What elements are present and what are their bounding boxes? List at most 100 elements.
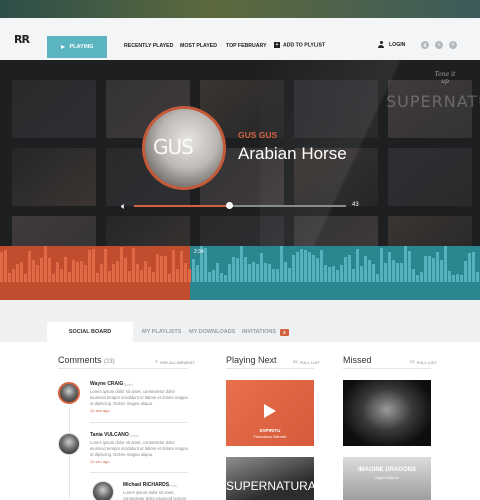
waveform-bar bbox=[132, 248, 135, 282]
login-button[interactable]: LOGIN bbox=[378, 41, 405, 48]
volume-icon[interactable]: 🔈︎ bbox=[121, 201, 131, 211]
play-icon bbox=[60, 45, 65, 49]
waveform-bar bbox=[140, 269, 143, 282]
waveform-bar bbox=[408, 250, 411, 282]
waveform-bar bbox=[400, 262, 403, 282]
waveform-bar bbox=[120, 247, 123, 282]
waveform-bar bbox=[168, 273, 171, 282]
waveform-bar bbox=[404, 246, 407, 282]
waveform-bar bbox=[252, 262, 255, 282]
playing-next-title: Playing Next bbox=[226, 355, 277, 365]
nav-item-most-played[interactable]: MOST PLAYED bbox=[180, 43, 217, 49]
tab-my-downloads[interactable]: MY DOWNLOADS bbox=[189, 322, 235, 342]
waveform-bar bbox=[8, 272, 11, 282]
playback-time: 2:34 bbox=[194, 249, 204, 255]
volume-slider[interactable] bbox=[134, 202, 346, 209]
tab-my-playlists[interactable]: MY PLAYLISTS bbox=[142, 322, 181, 342]
avatar[interactable] bbox=[92, 481, 114, 500]
missed-card[interactable]: IMAGINE DRAGONS Night Visions bbox=[343, 457, 431, 500]
tab-social-board[interactable]: SOCIAL BOARD bbox=[47, 322, 133, 342]
waveform-bar bbox=[316, 258, 319, 282]
comment-age: 12min bbox=[128, 433, 139, 438]
plus-icon: + bbox=[274, 42, 280, 48]
comments-see-all[interactable]: ≡ SEE ALL/NEWEST bbox=[155, 359, 195, 365]
nav-item-add-to-playlist[interactable]: + ADD TO PLYLIST bbox=[274, 42, 325, 48]
tab-invitations-label: INVITATIONS bbox=[242, 329, 277, 335]
waveform-bar bbox=[156, 254, 159, 282]
nav-item-top-february[interactable]: TOP FEBRUARY bbox=[226, 43, 267, 49]
waveform-bar bbox=[240, 246, 243, 282]
top-gradient-strip bbox=[0, 0, 480, 18]
waveform-bar bbox=[344, 256, 347, 282]
waveform-bar bbox=[372, 263, 375, 282]
comments-title-label: Comments bbox=[58, 355, 102, 365]
user-icon bbox=[378, 41, 384, 48]
album-logo: GUS bbox=[153, 135, 194, 159]
nav-tab-playing-label: PLAYING bbox=[69, 44, 94, 50]
waveform-bar bbox=[104, 249, 107, 282]
waveform-bar bbox=[80, 261, 83, 282]
login-label: LOGIN bbox=[389, 41, 406, 48]
waveform-bar bbox=[476, 271, 479, 282]
invitations-badge: 3 bbox=[280, 328, 289, 336]
comment-author[interactable]: Michael RICHARDS bbox=[123, 482, 169, 488]
social-board-content: Comments (23) ≡ SEE ALL/NEWEST Wayne CRA… bbox=[0, 342, 480, 500]
missed-full-list[interactable]: ▭ FULL LIST bbox=[410, 359, 437, 365]
missed-card[interactable] bbox=[343, 380, 431, 446]
waveform-bar bbox=[228, 264, 231, 282]
avatar[interactable] bbox=[58, 382, 80, 404]
waveform-bar bbox=[256, 263, 259, 282]
nav-tab-playing[interactable]: PLAYING bbox=[47, 36, 107, 58]
waveform-bar bbox=[468, 252, 471, 282]
waveform-bar bbox=[368, 259, 371, 282]
album-art: GUS bbox=[142, 106, 226, 190]
playing-next-card[interactable]: SUPERNATURAL bbox=[226, 457, 323, 500]
waveform-bar bbox=[16, 263, 19, 282]
volume-slider-handle[interactable] bbox=[225, 202, 233, 209]
waveform-bar bbox=[312, 255, 315, 282]
waveform-bar bbox=[308, 251, 311, 282]
waveform-bar bbox=[448, 271, 451, 282]
waveform-bar bbox=[216, 263, 219, 282]
comment-author[interactable]: Tania VULCANO bbox=[90, 432, 129, 438]
app-logo[interactable]: RR bbox=[14, 33, 30, 46]
background-album-tile bbox=[106, 216, 190, 246]
google-plus-icon[interactable]: g bbox=[421, 41, 429, 49]
waveform-bar bbox=[244, 256, 247, 282]
waveform-bar bbox=[116, 260, 119, 282]
waveform-bar bbox=[456, 273, 459, 282]
waveform-bar bbox=[352, 268, 355, 282]
waveform-bar bbox=[108, 270, 111, 282]
nav-item-recently-played[interactable]: RECENTLY PLAYED bbox=[124, 43, 173, 49]
waveform-seekbar[interactable] bbox=[0, 246, 480, 300]
waveform-bar bbox=[44, 246, 47, 282]
comment-divider bbox=[90, 422, 188, 423]
comment-divider bbox=[90, 472, 188, 473]
waveform-bar bbox=[268, 263, 271, 282]
waveform-bar bbox=[380, 248, 383, 282]
playing-next-full-list[interactable]: ▭ FULL LIST bbox=[293, 359, 320, 365]
waveform-bar bbox=[348, 255, 351, 282]
waveform-bar bbox=[88, 249, 91, 282]
twitter-icon[interactable]: t bbox=[435, 41, 443, 49]
now-playing-hero: SUPERNATURAL Tone it up GUS GUS GUS Arab… bbox=[0, 60, 480, 246]
facebook-icon[interactable]: f bbox=[449, 41, 457, 49]
waveform-bar bbox=[152, 271, 155, 282]
waveform-bar bbox=[212, 269, 215, 282]
waveform-bar bbox=[232, 256, 235, 282]
comment-author[interactable]: Wayne CRAIG bbox=[90, 381, 123, 387]
waveform-bar bbox=[300, 248, 303, 282]
play-icon[interactable] bbox=[264, 404, 276, 418]
card-title: SUPERNATURAL bbox=[226, 479, 323, 493]
tab-invitations[interactable]: INVITATIONS 3 bbox=[242, 322, 289, 342]
card-title: ESPIRITU bbox=[259, 428, 281, 433]
waveform-bar bbox=[328, 266, 331, 282]
waveform-bar bbox=[144, 260, 147, 282]
waveform-bar bbox=[4, 250, 7, 282]
playing-next-card[interactable]: ESPIRITU Francesco Allende bbox=[226, 380, 314, 446]
waveform-bar bbox=[20, 261, 23, 282]
avatar[interactable] bbox=[58, 433, 80, 455]
comment-text: Lorem ipsum dolor sit amet, consectetur … bbox=[90, 389, 188, 406]
song-title: Arabian Horse bbox=[238, 144, 347, 163]
waveform-bar bbox=[364, 255, 367, 282]
